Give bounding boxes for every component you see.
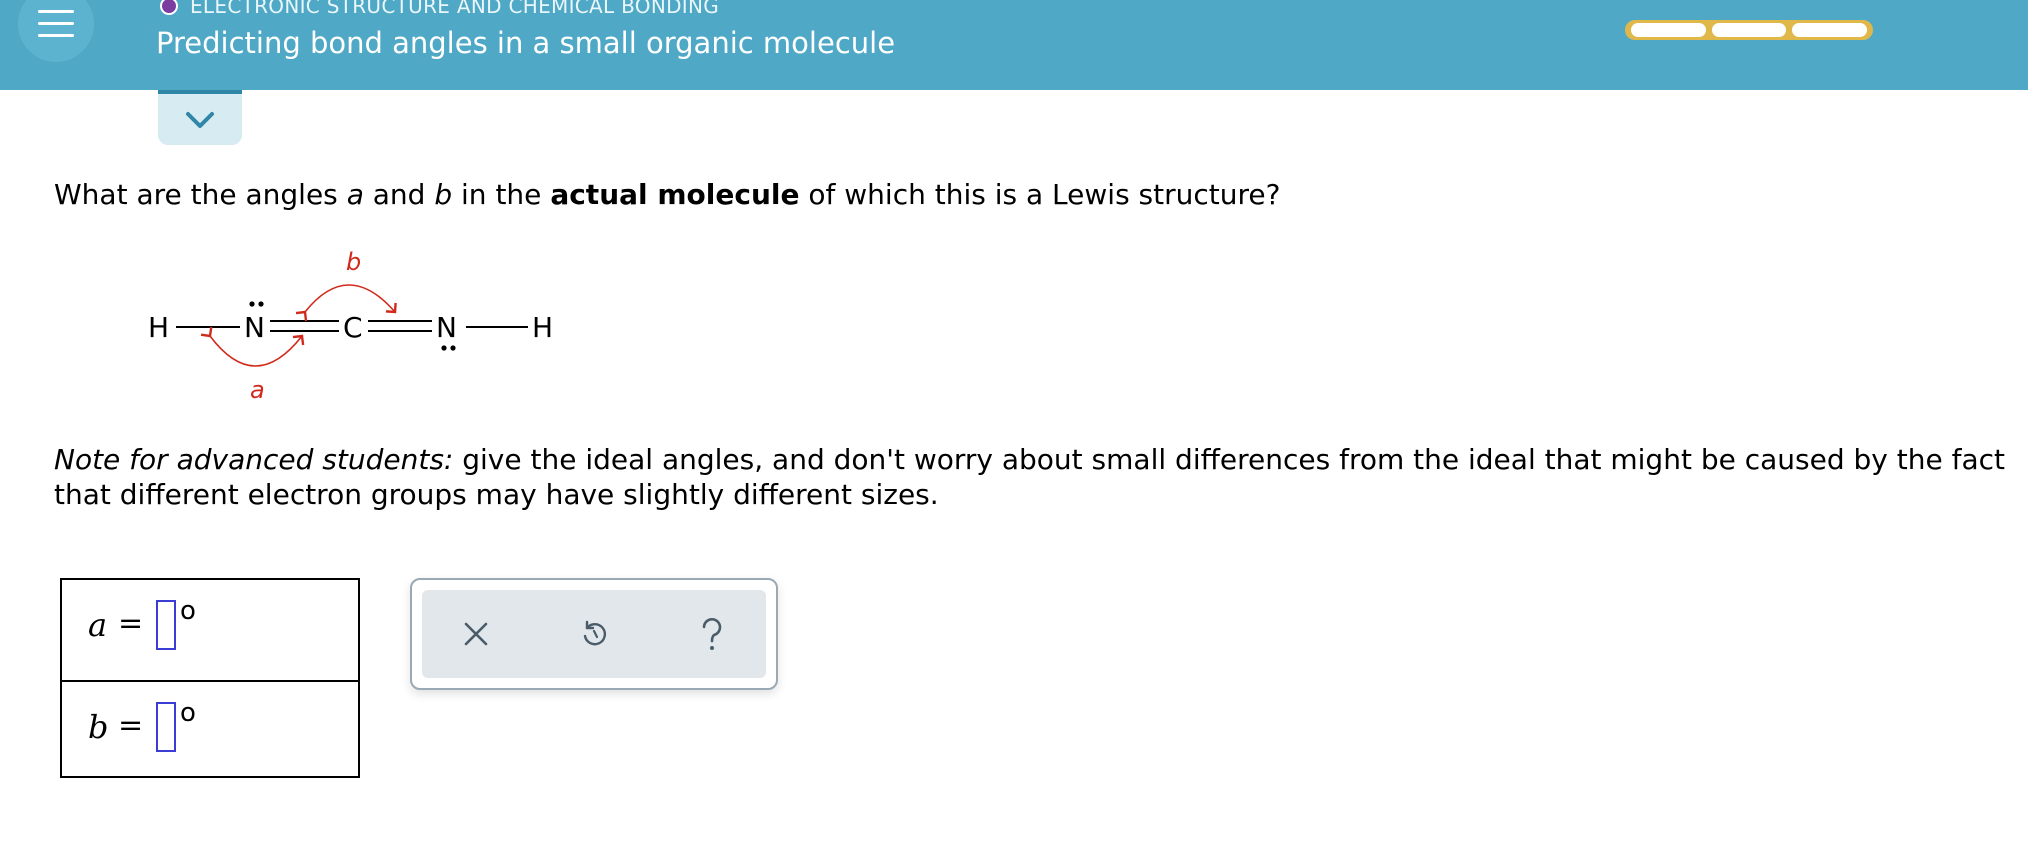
- answer-variable: a: [88, 606, 108, 644]
- menu-icon-line: [38, 22, 74, 25]
- progress-segment: [1631, 23, 1706, 37]
- topic-category: ELECTRONIC STRUCTURE AND CHEMICAL BONDIN…: [160, 0, 719, 18]
- menu-icon-line: [38, 34, 74, 37]
- angle-a-label: a: [250, 376, 265, 404]
- question-var-b: b: [434, 178, 453, 211]
- lone-pair-dot: [249, 301, 255, 307]
- answer-panel: a = o b = o: [60, 578, 360, 778]
- x-icon: [464, 622, 488, 646]
- answer-variable: b: [88, 708, 109, 746]
- equals-sign: =: [118, 708, 144, 743]
- equals-sign: =: [118, 606, 144, 641]
- angle-a-input[interactable]: [156, 600, 176, 650]
- top-bar: ELECTRONIC STRUCTURE AND CHEMICAL BONDIN…: [0, 0, 2028, 90]
- progress-segment: [1711, 23, 1787, 37]
- degree-symbol: o: [180, 596, 196, 626]
- lone-pair-dot: [258, 301, 264, 307]
- lesson-title: Predicting bond angles in a small organi…: [156, 26, 896, 60]
- angle-b-arrow: [295, 284, 397, 322]
- note-label: Note for advanced students:: [54, 443, 454, 476]
- question-icon: [702, 618, 722, 650]
- question-part: of which this is a Lewis structure?: [799, 178, 1281, 211]
- question-part: in the: [452, 178, 551, 211]
- category-dot-icon: [160, 0, 178, 15]
- chevron-down-icon: [186, 112, 214, 128]
- atom-n-left: N: [244, 311, 265, 344]
- question-bold: actual molecule: [550, 178, 800, 211]
- undo-icon: [583, 620, 606, 646]
- atom-h-right: H: [532, 311, 553, 344]
- angle-b-label: b: [346, 248, 361, 276]
- question-part: and: [363, 178, 435, 211]
- atom-n-right: N: [436, 311, 457, 344]
- expand-toggle-button[interactable]: [158, 90, 242, 145]
- lewis-structure-diagram: H N C N H b a: [148, 248, 553, 404]
- atom-h-left: H: [148, 311, 169, 344]
- lone-pair-dot: [441, 345, 447, 351]
- clear-button[interactable]: [452, 610, 500, 658]
- progress-segment: [1792, 23, 1868, 37]
- question-part: What are the angles: [54, 178, 347, 211]
- progress-bar: [1625, 20, 1873, 40]
- answer-row-b: b = o: [62, 680, 358, 780]
- undo-button[interactable]: [570, 610, 618, 658]
- lone-pair-dot: [450, 345, 456, 351]
- degree-symbol: o: [180, 698, 196, 728]
- answer-row-a: a = o: [62, 580, 358, 678]
- atom-c: C: [343, 311, 363, 344]
- question-text: What are the angles a and b in the actua…: [54, 178, 1281, 211]
- menu-button[interactable]: [18, 0, 94, 62]
- question-var-a: a: [346, 178, 364, 211]
- answer-toolbox: [410, 578, 778, 690]
- advanced-note: Note for advanced students: give the ide…: [54, 442, 2014, 512]
- help-button[interactable]: [688, 610, 736, 658]
- toolbox-tray: [422, 590, 766, 678]
- category-label: ELECTRONIC STRUCTURE AND CHEMICAL BONDIN…: [190, 0, 720, 18]
- angle-b-input[interactable]: [156, 702, 176, 752]
- menu-icon-line: [38, 10, 74, 13]
